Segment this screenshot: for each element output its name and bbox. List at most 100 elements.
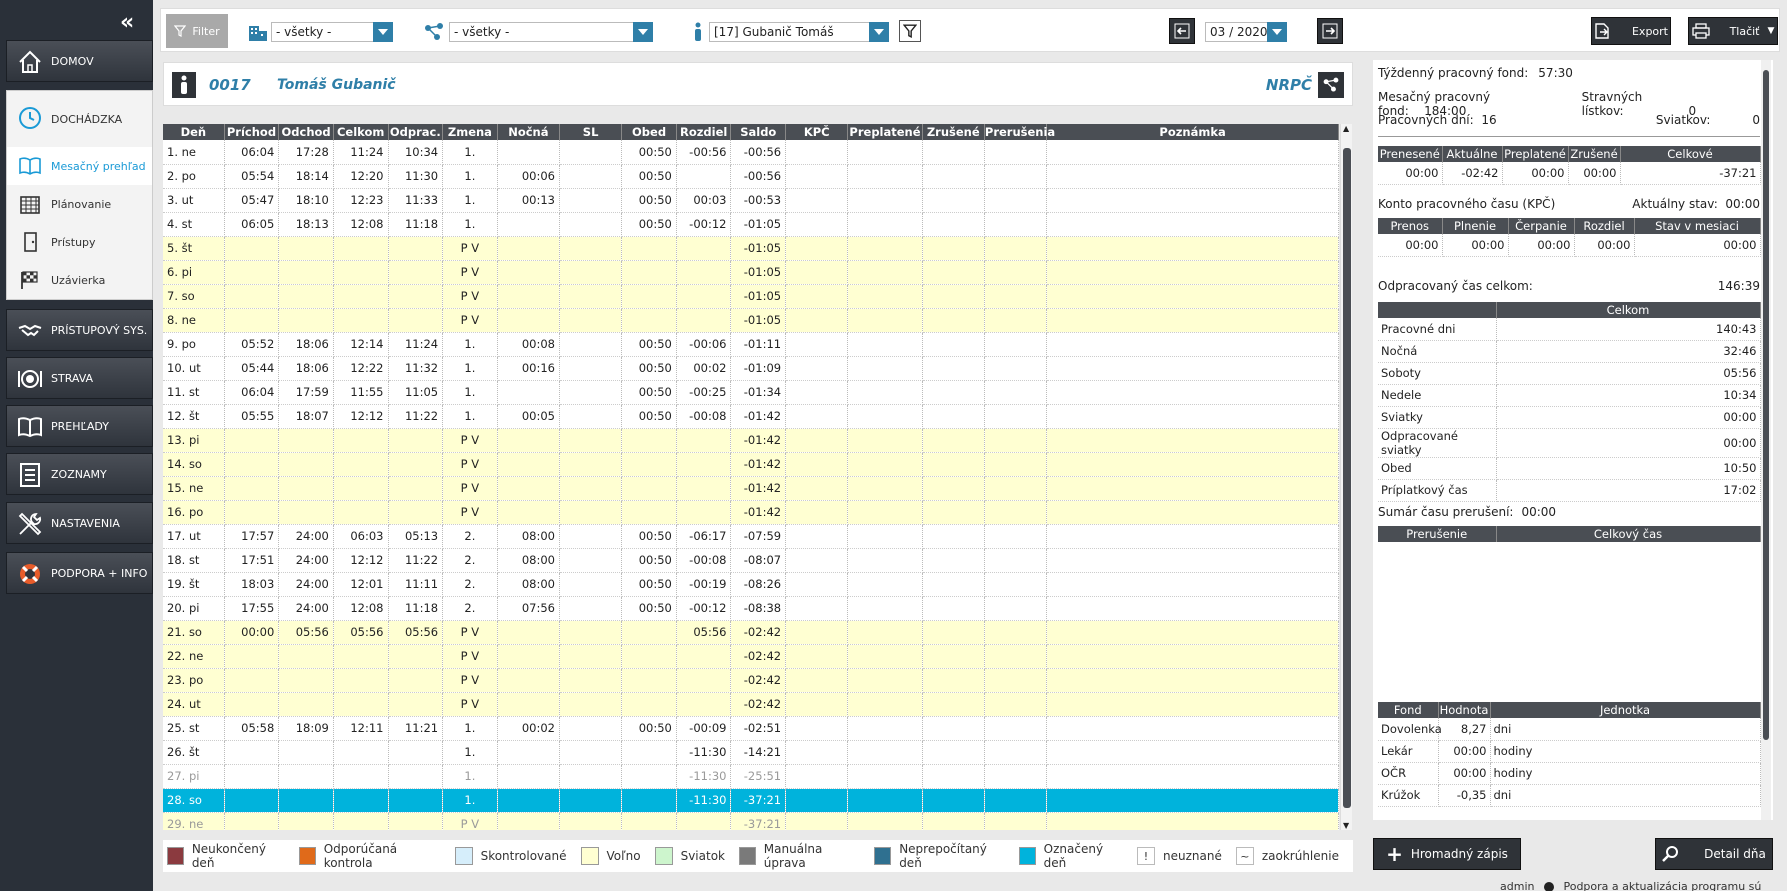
table-row[interactable]: 12. št 05:55 18:07 12:12 11:22 1. 00:05 00:50 -0…	[163, 404, 1339, 429]
table-cell	[847, 548, 923, 573]
table-row[interactable]: 28. so 1. -11:30 -37:21	[163, 788, 1339, 813]
group-select[interactable]: - všetky -	[449, 22, 653, 42]
table-cell	[621, 476, 677, 501]
table-cell	[785, 500, 849, 525]
summary-scroll-thumb[interactable]	[1763, 70, 1769, 740]
nav-podpora-info[interactable]: PODPORA + INFO	[6, 552, 153, 594]
employee-filter-button[interactable]	[899, 20, 921, 42]
chevron-down-icon[interactable]	[633, 22, 653, 42]
interrupt-row: Sumár času prerušení: 00:00	[1378, 505, 1760, 519]
table-row[interactable]: 27. pi 1. -11:30 -25:51	[163, 764, 1339, 789]
fund-name: Lekár	[1378, 740, 1439, 763]
nav-mesacny-prehlad[interactable]: Mesačný prehľad	[7, 147, 152, 185]
filter-button[interactable]: Filter	[166, 14, 228, 48]
legend-item: Voľno	[580, 847, 641, 865]
table-row[interactable]: 13. pi P V -01:42	[163, 428, 1339, 453]
summary-scrollbar[interactable]	[1761, 60, 1771, 820]
table-cell	[847, 428, 923, 453]
table-cell	[785, 308, 849, 333]
org-structure-button[interactable]	[1318, 72, 1344, 98]
department-select[interactable]: - všetky -	[271, 22, 393, 42]
table-cell	[676, 452, 732, 477]
table-row[interactable]: 10. ut 05:44 18:06 12:22 11:32 1. 00:16 00:50 00…	[163, 356, 1339, 381]
grid-scrollbar[interactable]: ▲ ▼	[1340, 124, 1352, 830]
day-detail-button[interactable]: Detail dňa	[1655, 838, 1773, 870]
table-row[interactable]: 11. st 06:04 17:59 11:55 11:05 1. 00:50 -00:25-…	[163, 380, 1339, 405]
table-row[interactable]: 29. ne P V -37:21	[163, 812, 1339, 830]
grid-scroll-thumb[interactable]	[1343, 148, 1351, 808]
chevron-down-icon[interactable]	[1267, 22, 1287, 42]
collapse-sidebar-button[interactable]: «	[120, 10, 134, 35]
table-row[interactable]: 15. ne P V -01:42	[163, 476, 1339, 501]
nav-domov[interactable]: DOMOV	[6, 40, 153, 82]
table-row[interactable]: 22. ne P V -02:42	[163, 644, 1339, 669]
chevron-down-icon[interactable]	[869, 22, 889, 42]
table-row[interactable]: 9. po 05:52 18:06 12:14 11:24 1. 00:08 00:50 -00…	[163, 332, 1339, 357]
table-cell	[278, 476, 334, 501]
grid-col-header[interactable]: Odprac.	[388, 124, 444, 140]
nav-dochadzka[interactable]: DOCHÁDZKA	[7, 91, 152, 147]
grid-col-header[interactable]: Nočná	[497, 124, 560, 140]
grid-col-header[interactable]: Odchod	[278, 124, 334, 140]
scroll-down-icon[interactable]: ▼	[1343, 821, 1349, 830]
table-cell	[984, 164, 1048, 189]
grid-col-header[interactable]: KPČ	[785, 124, 849, 140]
print-button[interactable]: Tlačiť ▼	[1688, 17, 1778, 45]
next-month-button[interactable]	[1317, 18, 1343, 44]
grid-col-header[interactable]: Saldo	[730, 124, 787, 140]
employee-select[interactable]: [17] Gubanič Tomáš	[709, 22, 889, 42]
table-cell	[1046, 572, 1339, 597]
grid-col-header[interactable]: Preplatené	[847, 124, 923, 140]
table-row[interactable]: 20. pi 17:55 24:00 12:08 11:18 2. 07:56 00:50 -0…	[163, 596, 1339, 621]
table-cell: 21. so	[163, 620, 225, 645]
table-row[interactable]: 19. št 18:03 24:00 12:01 11:11 2. 08:00 00:50 -0…	[163, 572, 1339, 597]
table-cell: -00:56	[730, 164, 787, 189]
prev-month-button[interactable]	[1169, 18, 1195, 44]
table-row[interactable]: 3. ut 05:47 18:10 12:23 11:33 1. 00:13 00:50 00:…	[163, 188, 1339, 213]
nav-prehlady[interactable]: PREHĽADY	[6, 405, 153, 447]
grid-col-header[interactable]: Zmena	[442, 124, 498, 140]
table-row[interactable]: 16. po P V -01:42	[163, 500, 1339, 525]
grid-col-header[interactable]: SL	[559, 124, 623, 140]
table-cell	[847, 716, 923, 741]
export-button[interactable]: Export	[1591, 17, 1671, 45]
table-row[interactable]: 23. po P V -02:42	[163, 668, 1339, 693]
table-cell	[224, 644, 280, 669]
grid-col-header[interactable]: Celkom	[333, 124, 389, 140]
grid-col-header[interactable]: Príchod	[224, 124, 280, 140]
nav-uzavierka[interactable]: Uzávierka	[7, 261, 152, 299]
table-row[interactable]: 7. so P V -01:05	[163, 284, 1339, 309]
nav-zoznamy[interactable]: ZOZNAMY	[6, 453, 153, 495]
nav-pristupovy-sys[interactable]: PRÍSTUPOVÝ SYS.	[6, 309, 153, 351]
grid-col-header[interactable]: Zrušené	[922, 124, 985, 140]
nav-pristupy[interactable]: Prístupy	[7, 223, 152, 261]
table-row[interactable]: 24. ut P V -02:42	[163, 692, 1339, 717]
table-row[interactable]: 4. st 06:05 18:13 12:08 11:18 1. 00:50 -00:12 -0…	[163, 212, 1339, 237]
table-row[interactable]: 6. pi P V -01:05	[163, 260, 1339, 285]
grid-col-header[interactable]: Rozdiel	[676, 124, 732, 140]
table-cell	[1046, 764, 1339, 789]
grid-col-header[interactable]: Deň	[163, 124, 225, 140]
table-row[interactable]: 8. ne P V -01:05	[163, 308, 1339, 333]
table-row[interactable]: 26. št 1. -11:30 -14:21	[163, 740, 1339, 765]
table-cell: -02:42	[730, 644, 787, 669]
table-row[interactable]: 21. so 00:00 05:56 05:56 05:56 P V 05:56 -02:42	[163, 620, 1339, 645]
period-select[interactable]: 03 / 2020	[1205, 22, 1287, 42]
nav-nastavenia[interactable]: NASTAVENIA	[6, 502, 153, 544]
grid-col-header[interactable]: Obed	[621, 124, 677, 140]
grid-col-header[interactable]: Poznámka	[1046, 124, 1339, 140]
bulk-entry-button[interactable]: + Hromadný zápis	[1373, 838, 1521, 870]
table-cell	[388, 812, 444, 830]
table-row[interactable]: 14. so P V -01:42	[163, 452, 1339, 477]
nav-planovanie[interactable]: Plánovanie	[7, 185, 152, 223]
nav-strava[interactable]: STRAVA	[6, 357, 153, 399]
table-row[interactable]: 1. ne 06:04 17:28 11:24 10:34 1. 00:50 -00:56 -0…	[163, 140, 1339, 165]
table-row[interactable]: 5. št P V -01:05	[163, 236, 1339, 261]
table-row[interactable]: 18. st 17:51 24:00 12:12 11:22 2. 08:00 00:50 -0…	[163, 548, 1339, 573]
scroll-up-icon[interactable]: ▲	[1343, 124, 1349, 133]
chevron-down-icon[interactable]	[373, 22, 393, 42]
grid-col-header[interactable]: Prerušenia	[984, 124, 1055, 140]
table-row[interactable]: 25. st 05:58 18:09 12:11 11:21 1. 00:02 00:50 -0…	[163, 716, 1339, 741]
table-row[interactable]: 17. ut 17:57 24:00 06:03 05:13 2. 08:00 00:50 -0…	[163, 524, 1339, 549]
table-row[interactable]: 2. po 05:54 18:14 12:20 11:30 1. 00:06 00:50 -00…	[163, 164, 1339, 189]
